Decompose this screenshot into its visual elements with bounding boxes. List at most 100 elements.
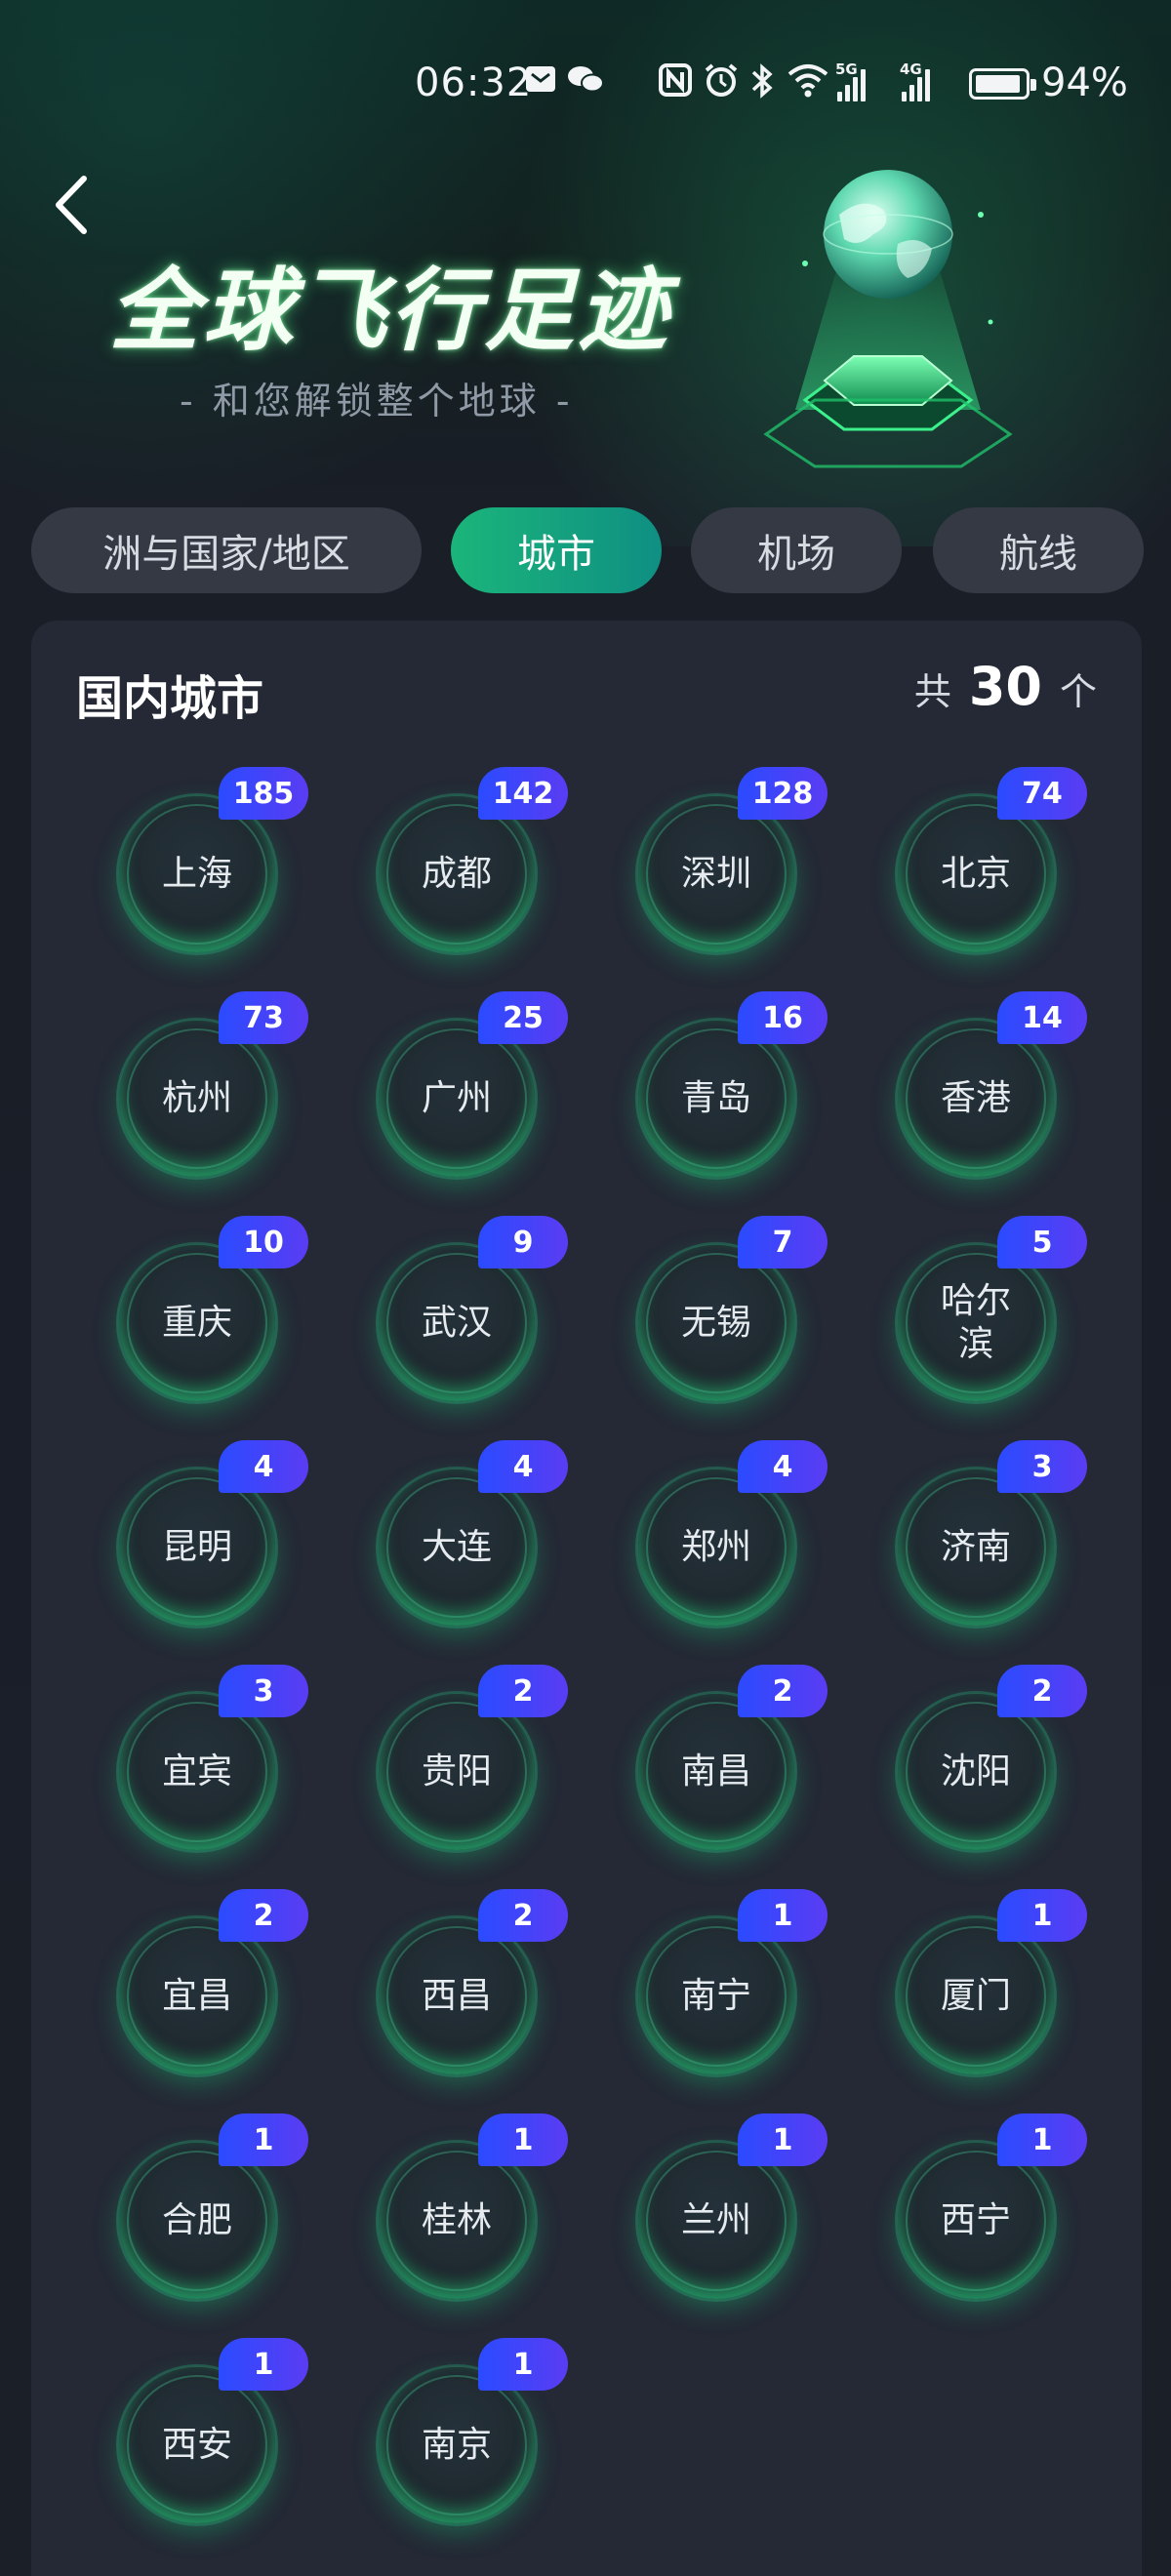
city-item[interactable]: 南昌 2	[628, 1665, 828, 1850]
visit-count-badge: 185	[219, 767, 308, 820]
city-bubble: 上海	[119, 796, 275, 952]
city-item[interactable]: 武汉 9	[369, 1216, 568, 1401]
signal-4g-icon: 4G	[900, 60, 930, 101]
wechat-icon	[566, 62, 605, 104]
battery-percent: 94%	[1041, 60, 1128, 105]
visit-count-badge: 1	[478, 2113, 568, 2166]
city-name: 桂林	[421, 2200, 492, 2240]
page-title: 全球飞行足迹	[109, 259, 672, 363]
city-name: 厦门	[940, 1976, 1011, 2016]
city-name: 上海	[161, 854, 232, 894]
tab-cities[interactable]: 城市	[451, 507, 662, 593]
city-item[interactable]: 宜昌 2	[109, 1889, 308, 2074]
city-item[interactable]: 沈阳 2	[888, 1665, 1087, 1850]
city-bubble: 桂林	[379, 2143, 535, 2299]
city-item[interactable]: 南京 1	[369, 2338, 568, 2523]
city-name: 香港	[940, 1078, 1011, 1118]
visit-count-badge: 25	[478, 991, 568, 1044]
city-bubble: 西安	[119, 2367, 275, 2523]
chevron-left-icon	[56, 176, 87, 234]
city-item[interactable]: 成都 142	[369, 767, 568, 952]
city-item[interactable]: 西安 1	[109, 2338, 308, 2523]
city-bubble: 贵阳	[379, 1694, 535, 1850]
visit-count-badge: 128	[738, 767, 828, 820]
visit-count-badge: 7	[738, 1216, 828, 1268]
city-name: 广州	[421, 1078, 492, 1118]
city-item[interactable]: 厦门 1	[888, 1889, 1087, 2074]
city-bubble: 无锡	[638, 1245, 794, 1401]
city-item[interactable]: 西昌 2	[369, 1889, 568, 2074]
battery-icon	[969, 68, 1036, 100]
city-item[interactable]: 合肥 1	[109, 2113, 308, 2299]
city-name: 北京	[940, 854, 1011, 894]
visit-count-badge: 5	[997, 1216, 1087, 1268]
visit-count-badge: 2	[219, 1889, 308, 1942]
nfc-icon	[658, 62, 693, 106]
tab-routes[interactable]: 航线	[933, 507, 1144, 593]
city-item[interactable]: 重庆 10	[109, 1216, 308, 1401]
city-bubble: 沈阳	[898, 1694, 1054, 1850]
city-bubble: 合肥	[119, 2143, 275, 2299]
city-name: 深圳	[680, 854, 751, 894]
city-bubble: 西昌	[379, 1918, 535, 2074]
city-item[interactable]: 无锡 7	[628, 1216, 828, 1401]
city-bubble: 深圳	[638, 796, 794, 952]
city-name: 郑州	[680, 1527, 751, 1567]
city-bubble: 广州	[379, 1021, 535, 1177]
city-bubble: 南京	[379, 2367, 535, 2523]
city-item[interactable]: 西宁 1	[888, 2113, 1087, 2299]
visit-count-badge: 1	[219, 2113, 308, 2166]
visit-count-badge: 2	[478, 1889, 568, 1942]
visit-count-badge: 142	[478, 767, 568, 820]
visit-count-badge: 73	[219, 991, 308, 1044]
visit-count-badge: 2	[997, 1665, 1087, 1717]
city-name: 西安	[161, 2425, 232, 2465]
city-item[interactable]: 大连 4	[369, 1440, 568, 1626]
city-item[interactable]: 济南 3	[888, 1440, 1087, 1626]
status-bar: 06:32 5G 4G 94%	[0, 0, 1171, 171]
city-item[interactable]: 杭州 73	[109, 991, 308, 1177]
tab-continents-countries[interactable]: 洲与国家/地区	[31, 507, 422, 593]
city-item[interactable]: 青岛 16	[628, 991, 828, 1177]
city-bubble: 重庆	[119, 1245, 275, 1401]
city-bubble: 济南	[898, 1469, 1054, 1626]
city-item[interactable]: 上海 185	[109, 767, 308, 952]
city-name: 大连	[421, 1527, 492, 1567]
city-bubble: 厦门	[898, 1918, 1054, 2074]
city-item[interactable]: 宜宾 3	[109, 1665, 308, 1850]
city-item[interactable]: 哈尔滨 5	[888, 1216, 1087, 1401]
city-item[interactable]: 深圳 128	[628, 767, 828, 952]
city-bubble: 青岛	[638, 1021, 794, 1177]
city-name: 南京	[421, 2425, 492, 2465]
city-item[interactable]: 郑州 4	[628, 1440, 828, 1626]
visit-count-badge: 74	[997, 767, 1087, 820]
bluetooth-icon	[749, 62, 775, 108]
visit-count-badge: 1	[997, 1889, 1087, 1942]
status-time: 06:32	[415, 60, 533, 105]
city-bubble: 南昌	[638, 1694, 794, 1850]
city-bubble: 大连	[379, 1469, 535, 1626]
city-name: 贵阳	[421, 1751, 492, 1791]
visit-count-badge: 1	[738, 2113, 828, 2166]
visit-count-badge: 9	[478, 1216, 568, 1268]
city-name: 西宁	[940, 2200, 1011, 2240]
back-button[interactable]	[39, 164, 101, 246]
signal-5g-label: 5G	[835, 60, 858, 78]
visit-count-badge: 4	[219, 1440, 308, 1493]
tab-airports[interactable]: 机场	[691, 507, 902, 593]
city-bubble: 昆明	[119, 1469, 275, 1626]
city-item[interactable]: 广州 25	[369, 991, 568, 1177]
city-name: 昆明	[161, 1527, 232, 1567]
city-item[interactable]: 兰州 1	[628, 2113, 828, 2299]
domestic-cities-card: 国内城市 共 30 个 上海 185 成都 142 深圳 128 北京 74 杭州 73 广州 25 青…	[31, 621, 1142, 2576]
city-item[interactable]: 南宁 1	[628, 1889, 828, 2074]
visit-count-badge: 1	[997, 2113, 1087, 2166]
city-name: 成都	[421, 854, 492, 894]
city-bubble: 北京	[898, 796, 1054, 952]
city-item[interactable]: 昆明 4	[109, 1440, 308, 1626]
city-item[interactable]: 贵阳 2	[369, 1665, 568, 1850]
city-item[interactable]: 桂林 1	[369, 2113, 568, 2299]
city-item[interactable]: 北京 74	[888, 767, 1087, 952]
city-item[interactable]: 香港 14	[888, 991, 1087, 1177]
city-name: 无锡	[680, 1303, 751, 1343]
